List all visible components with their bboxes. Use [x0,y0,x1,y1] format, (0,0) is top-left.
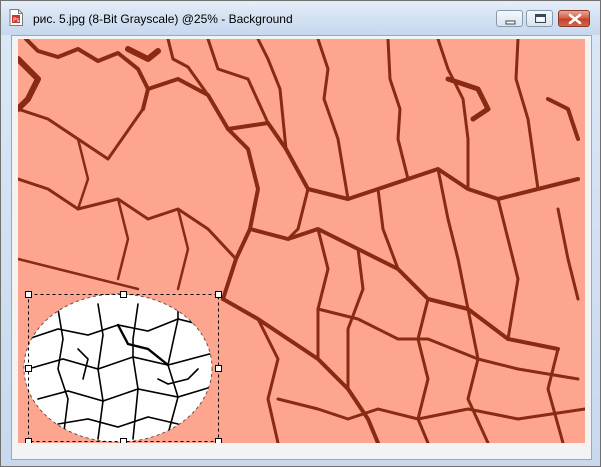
document-image[interactable] [18,39,585,443]
transform-handle[interactable] [120,291,127,298]
minimize-button[interactable] [496,10,523,27]
transform-handle[interactable] [215,291,222,298]
document-window: Ps рис. 5.jpg (8-Bit Grayscale) @25% - B… [0,0,601,467]
maximize-button[interactable] [526,10,553,27]
title-bar[interactable]: Ps рис. 5.jpg (8-Bit Grayscale) @25% - B… [1,1,600,35]
maximize-icon [535,14,546,23]
document-canvas-area[interactable] [11,35,592,460]
minimize-icon [505,20,516,25]
transform-handle[interactable] [215,438,222,444]
close-button[interactable] [558,10,590,27]
transform-handle[interactable] [215,365,222,372]
transform-handle[interactable] [120,438,127,444]
transform-handle[interactable] [25,291,32,298]
window-title: рис. 5.jpg (8-Bit Grayscale) @25% - Back… [33,12,293,26]
svg-text:Ps: Ps [13,17,20,24]
transform-handle[interactable] [25,365,32,372]
photoshop-document-icon[interactable]: Ps [9,9,23,26]
close-icon [568,13,582,25]
transform-handle[interactable] [25,438,32,444]
